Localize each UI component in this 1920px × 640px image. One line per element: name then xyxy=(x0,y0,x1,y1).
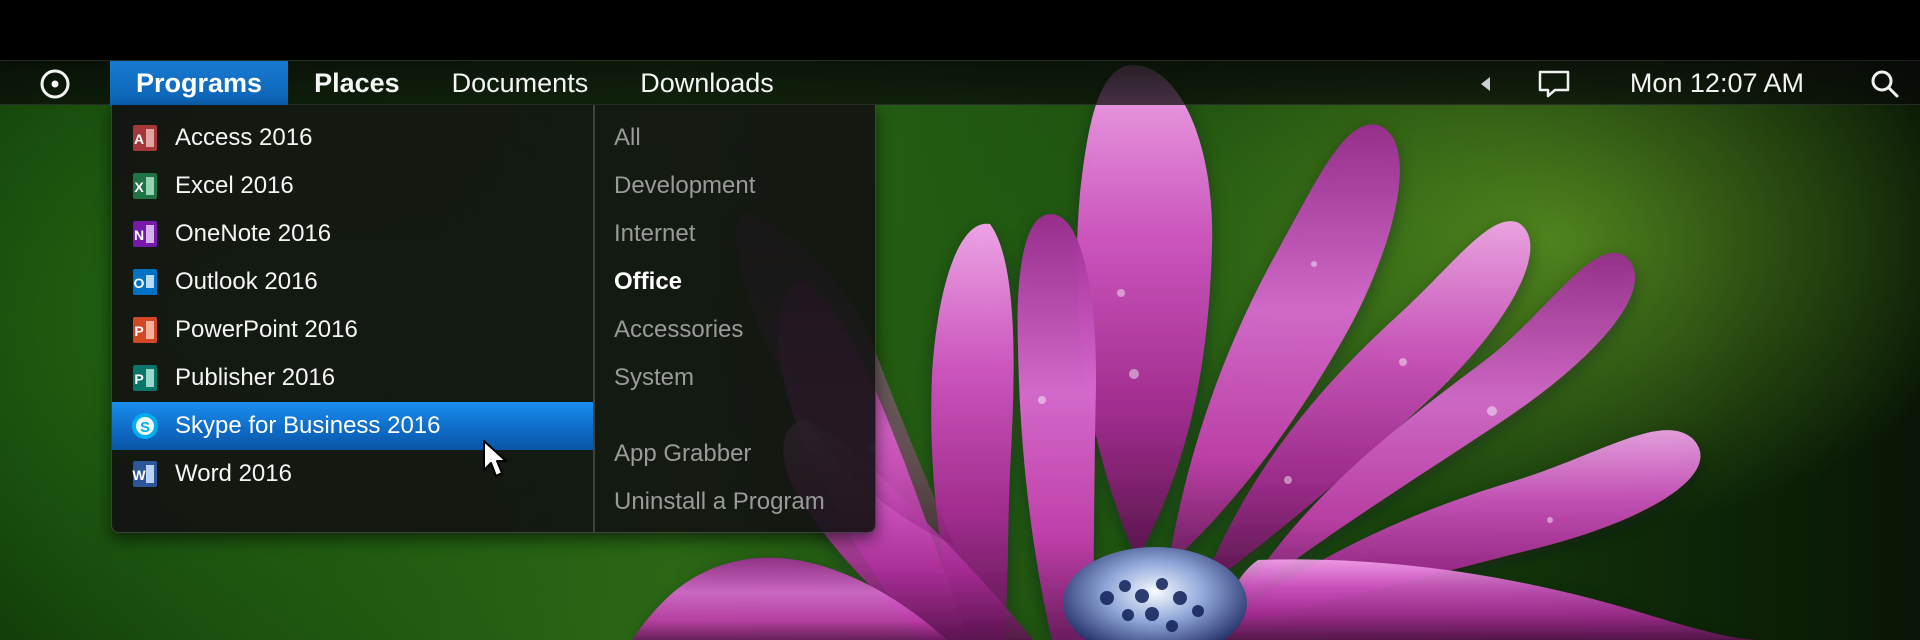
category-all[interactable]: All xyxy=(595,114,875,162)
onenote-icon: N xyxy=(130,219,160,249)
program-outlook[interactable]: O Outlook 2016 xyxy=(112,258,593,306)
message-bubble-icon[interactable] xyxy=(1515,61,1593,106)
start-circle-icon[interactable] xyxy=(0,61,110,106)
program-label: Excel 2016 xyxy=(175,172,294,199)
mouse-cursor-icon xyxy=(483,440,507,477)
word-icon: W xyxy=(130,459,160,489)
outlook-icon: O xyxy=(130,267,160,297)
program-label: Skype for Business 2016 xyxy=(175,412,441,439)
menu-downloads[interactable]: Downloads xyxy=(614,61,800,106)
program-word[interactable]: W Word 2016 xyxy=(112,450,593,498)
svg-text:N: N xyxy=(134,227,144,243)
desktop-screen: Programs Places Documents Downloads Mon … xyxy=(0,0,1920,640)
menu-documents[interactable]: Documents xyxy=(426,61,615,106)
programs-column: A Access 2016 X Excel 2016 N OneNote 201… xyxy=(112,105,593,532)
powerpoint-icon: P xyxy=(130,315,160,345)
program-onenote[interactable]: N OneNote 2016 xyxy=(112,210,593,258)
category-internet[interactable]: Internet xyxy=(595,210,875,258)
svg-text:P: P xyxy=(134,371,143,387)
program-label: PowerPoint 2016 xyxy=(175,316,358,343)
access-icon: A xyxy=(130,123,160,153)
category-office[interactable]: Office xyxy=(595,258,875,306)
menu-places[interactable]: Places xyxy=(288,61,426,106)
svg-text:S: S xyxy=(140,419,150,436)
svg-text:X: X xyxy=(134,179,144,195)
program-label: Publisher 2016 xyxy=(175,364,336,391)
svg-text:O: O xyxy=(134,275,145,291)
menu-bar-right: Mon 12:07 AM xyxy=(1457,61,1920,106)
search-icon[interactable] xyxy=(1850,61,1920,106)
uninstall-program-link[interactable]: Uninstall a Program xyxy=(595,478,875,526)
app-grabber-link[interactable]: App Grabber xyxy=(595,430,875,478)
menu-bar-left: Programs Places Documents Downloads xyxy=(0,61,800,106)
chevron-left-icon[interactable] xyxy=(1457,61,1515,106)
categories-column: All Development Internet Office Accessor… xyxy=(595,105,875,532)
menu-bar: Programs Places Documents Downloads Mon … xyxy=(0,60,1920,106)
category-system[interactable]: System xyxy=(595,354,875,402)
program-label: Word 2016 xyxy=(175,460,292,487)
program-access[interactable]: A Access 2016 xyxy=(112,114,593,162)
menu-programs[interactable]: Programs xyxy=(110,61,289,106)
publisher-icon: P xyxy=(130,363,160,393)
program-list: A Access 2016 X Excel 2016 N OneNote 201… xyxy=(112,114,593,498)
svg-text:A: A xyxy=(134,131,144,147)
excel-icon: X xyxy=(130,171,160,201)
program-publisher[interactable]: P Publisher 2016 xyxy=(112,354,593,402)
category-section-gap xyxy=(595,402,875,430)
program-powerpoint[interactable]: P PowerPoint 2016 xyxy=(112,306,593,354)
svg-text:W: W xyxy=(132,467,146,483)
program-excel[interactable]: X Excel 2016 xyxy=(112,162,593,210)
program-label: Access 2016 xyxy=(175,124,313,151)
program-label: Outlook 2016 xyxy=(175,268,318,295)
category-development[interactable]: Development xyxy=(595,162,875,210)
program-skype-for-business[interactable]: S Skype for Business 2016 xyxy=(112,402,593,450)
clock-text[interactable]: Mon 12:07 AM xyxy=(1593,68,1850,99)
category-list: All Development Internet Office Accessor… xyxy=(595,114,875,526)
svg-text:P: P xyxy=(134,323,143,339)
program-label: OneNote 2016 xyxy=(175,220,332,247)
category-accessories[interactable]: Accessories xyxy=(595,306,875,354)
skype-icon: S xyxy=(130,411,160,441)
top-black-bar xyxy=(0,0,1920,60)
